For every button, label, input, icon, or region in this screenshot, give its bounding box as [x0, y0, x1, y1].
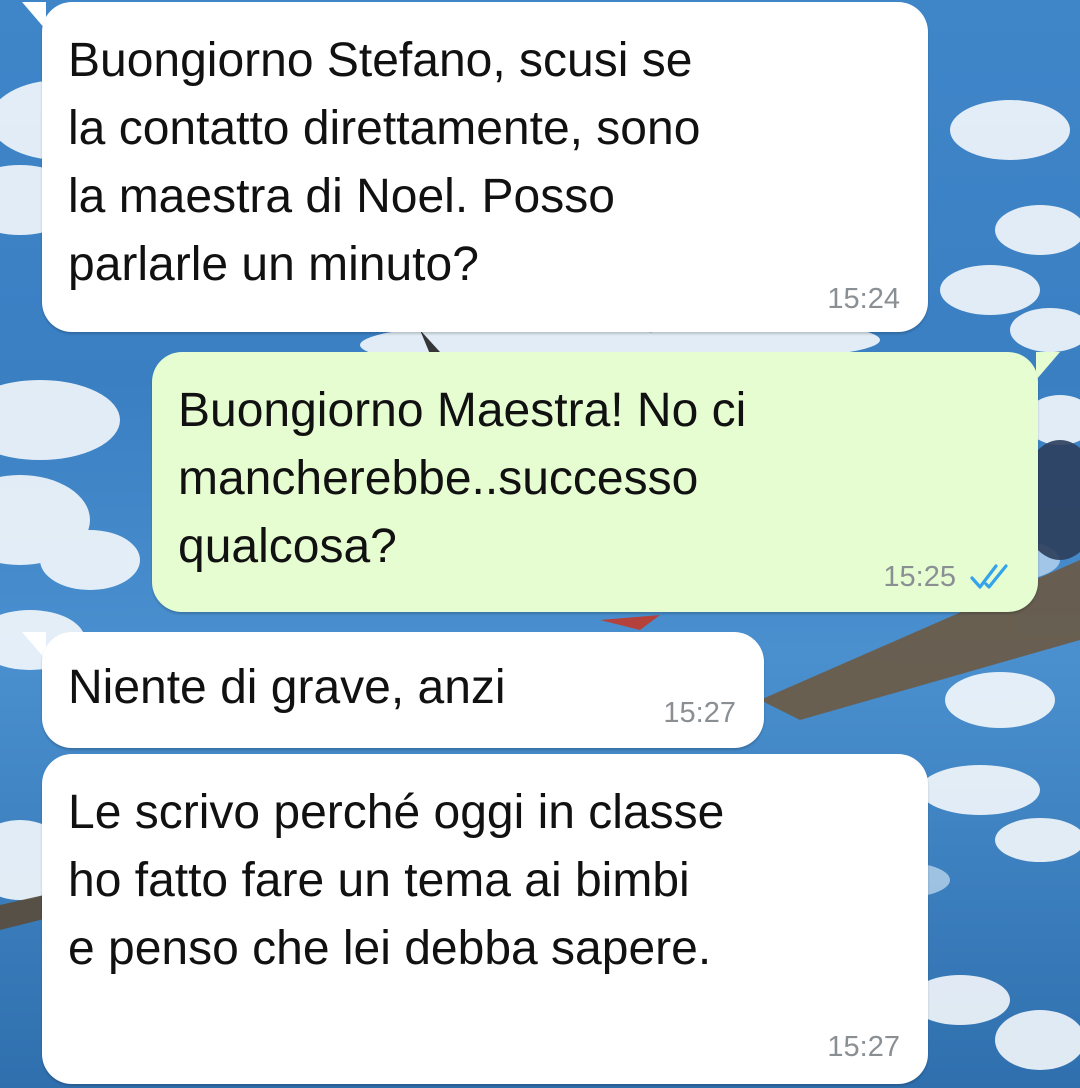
- double-check-read-icon: [970, 564, 1008, 589]
- message-text: Le scrivo perché oggi in classe ho fatto…: [68, 786, 725, 975]
- message-timestamp: 15:27: [663, 697, 736, 729]
- message-bubble-incoming[interactable]: Le scrivo perché oggi in classe ho fatto…: [42, 754, 928, 1084]
- message-text: Buongiorno Maestra! No ci mancherebbe..s…: [178, 384, 747, 573]
- outgoing-bubble-tail: [1036, 352, 1060, 380]
- message-text: Niente di grave, anzi: [68, 661, 506, 714]
- message-bubble-outgoing[interactable]: Buongiorno Maestra! No ci mancherebbe..s…: [152, 352, 1038, 612]
- message-bubble-incoming[interactable]: Buongiorno Stefano, scusi se la contatto…: [42, 2, 928, 332]
- message-timestamp: 15:24: [827, 283, 900, 315]
- message-timestamp: 15:27: [827, 1031, 900, 1063]
- message-timestamp: 15:25: [883, 561, 956, 593]
- message-bubble-incoming[interactable]: Niente di grave, anzi 15:27: [42, 632, 764, 748]
- message-text: Buongiorno Stefano, scusi se la contatto…: [68, 34, 701, 291]
